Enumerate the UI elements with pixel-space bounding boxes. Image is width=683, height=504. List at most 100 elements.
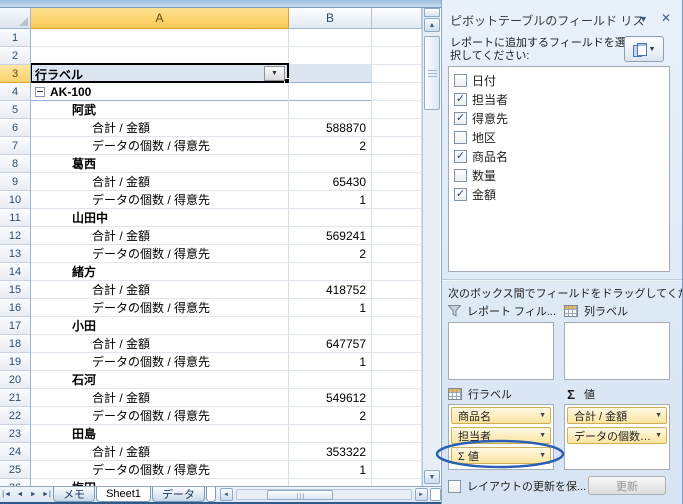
chevron-down-icon[interactable]: ▼ <box>655 412 662 419</box>
checkbox-checked[interactable]: ✓ <box>454 188 467 201</box>
sheet-row-14[interactable]: 緒方 <box>31 263 422 281</box>
row-header-12[interactable]: 12 <box>0 227 30 245</box>
row-header-13[interactable]: 13 <box>0 245 30 263</box>
close-icon[interactable]: ✕ <box>661 11 671 25</box>
scroll-up-button[interactable]: ▲ <box>424 18 440 32</box>
collapse-icon[interactable] <box>35 86 45 97</box>
defer-layout-checkbox[interactable] <box>448 479 461 493</box>
sheet-tab-Sheet1[interactable]: Sheet1 <box>96 487 151 502</box>
checkbox-unchecked[interactable] <box>454 74 467 87</box>
values-box[interactable]: 合計 / 金額 ▼ データの個数 ... ▼ <box>564 404 670 470</box>
sheet-row-4[interactable]: AK-100 <box>31 83 422 101</box>
checkbox-unchecked[interactable] <box>454 169 467 182</box>
row-header-22[interactable]: 22 <box>0 407 30 425</box>
row-header-17[interactable]: 17 <box>0 317 30 335</box>
field-item-担当者[interactable]: ✓ 担当者 <box>454 90 664 109</box>
split-handle[interactable] <box>424 8 440 17</box>
chevron-down-icon[interactable]: ▼ <box>539 452 546 459</box>
checkbox-checked[interactable]: ✓ <box>454 93 467 106</box>
row-header-21[interactable]: 21 <box>0 389 30 407</box>
sheet-nav-button-3[interactable]: ►| <box>40 487 53 502</box>
vertical-scroll-thumb[interactable] <box>424 36 440 110</box>
row-header-10[interactable]: 10 <box>0 191 30 209</box>
sheet-nav-button-1[interactable]: ◄ <box>13 487 26 502</box>
field-button-データの個数 ...[interactable]: データの個数 ... ▼ <box>567 427 667 444</box>
row-header-16[interactable]: 16 <box>0 299 30 317</box>
checkbox-checked[interactable]: ✓ <box>454 150 467 163</box>
sheet-row-8[interactable]: 葛西 <box>31 155 422 173</box>
sheet-row-6[interactable]: 合計 / 金額 588870 <box>31 119 422 137</box>
sheet-row-3[interactable]: 行ラベル ▼ <box>31 63 422 84</box>
field-item-金額[interactable]: ✓ 金額 <box>454 185 664 204</box>
sheet-row-24[interactable]: 合計 / 金額 353322 <box>31 443 422 461</box>
update-button[interactable]: 更新 <box>588 476 666 495</box>
sheet-row-15[interactable]: 合計 / 金額 418752 <box>31 281 422 299</box>
sheet-tab-データ[interactable]: データ <box>151 487 205 502</box>
row-header-20[interactable]: 20 <box>0 371 30 389</box>
sheet-tab-メモ[interactable]: メモ <box>53 487 96 502</box>
row-header-4[interactable]: 4 <box>0 83 30 101</box>
sheet-row-23[interactable]: 田島 <box>31 425 422 443</box>
row-header-19[interactable]: 19 <box>0 353 30 371</box>
field-button-商品名[interactable]: 商品名 ▼ <box>451 407 551 424</box>
sheet-row-19[interactable]: データの個数 / 得意先 1 <box>31 353 422 371</box>
sheet-row-21[interactable]: 合計 / 金額 549612 <box>31 389 422 407</box>
column-labels-box[interactable] <box>564 322 670 380</box>
sheet-row-7[interactable]: データの個数 / 得意先 2 <box>31 137 422 155</box>
select-all-corner[interactable] <box>0 8 31 29</box>
sheet-row-12[interactable]: 合計 / 金額 569241 <box>31 227 422 245</box>
row-header-24[interactable]: 24 <box>0 443 30 461</box>
sheet-row-1[interactable] <box>31 29 422 47</box>
pane-layout-button[interactable]: ▼ <box>624 36 664 62</box>
pane-options-icon[interactable]: ▼ <box>639 14 648 24</box>
column-header-b[interactable]: B <box>289 8 372 29</box>
row-header-25[interactable]: 25 <box>0 461 30 479</box>
sheet-row-25[interactable]: データの個数 / 得意先 1 <box>31 461 422 479</box>
sheet-nav-button-2[interactable]: ► <box>27 487 40 502</box>
chevron-down-icon[interactable]: ▼ <box>655 432 662 439</box>
column-header-c[interactable] <box>372 8 422 29</box>
sheet-row-26[interactable]: 梅田 <box>31 479 422 486</box>
sheet-row-9[interactable]: 合計 / 金額 65430 <box>31 173 422 191</box>
tab-scroll-right-icon[interactable]: ► <box>414 488 428 501</box>
row-header-2[interactable]: 2 <box>0 47 30 65</box>
checkbox-checked[interactable]: ✓ <box>454 112 467 125</box>
field-item-地区[interactable]: 地区 <box>454 128 664 147</box>
field-item-数量[interactable]: 数量 <box>454 166 664 185</box>
sheet-row-13[interactable]: データの個数 / 得意先 2 <box>31 245 422 263</box>
field-item-商品名[interactable]: ✓ 商品名 <box>454 147 664 166</box>
row-header-8[interactable]: 8 <box>0 155 30 173</box>
chevron-down-icon[interactable]: ▼ <box>539 412 546 419</box>
sheet-row-22[interactable]: データの個数 / 得意先 2 <box>31 407 422 425</box>
tab-scroll-left-icon[interactable]: ◄ <box>219 488 233 501</box>
sheet-tab-partial[interactable] <box>205 487 216 502</box>
row-header-7[interactable]: 7 <box>0 137 30 155</box>
field-button-合計 / 金額[interactable]: 合計 / 金額 ▼ <box>567 407 667 424</box>
row-header-1[interactable]: 1 <box>0 29 30 47</box>
row-labels-box[interactable]: 商品名 ▼ 担当者 ▼ Σ 値 ▼ <box>448 404 554 470</box>
horizontal-scrollbar[interactable] <box>235 489 412 500</box>
field-item-得意先[interactable]: ✓ 得意先 <box>454 109 664 128</box>
sheet-row-17[interactable]: 小田 <box>31 317 422 335</box>
column-header-a[interactable]: A <box>31 8 289 29</box>
sheet-row-5[interactable]: 阿武 <box>31 101 422 119</box>
vertical-scrollbar[interactable]: ▲ ▼ <box>422 8 440 486</box>
scroll-down-button[interactable]: ▼ <box>424 470 440 484</box>
row-header-15[interactable]: 15 <box>0 281 30 299</box>
row-header-11[interactable]: 11 <box>0 209 30 227</box>
pivot-row-labels-cell[interactable]: 行ラベル <box>35 65 83 83</box>
field-button-Σ 値[interactable]: Σ 値 ▼ <box>451 447 551 464</box>
field-item-日付[interactable]: 日付 <box>454 71 664 90</box>
sheet-row-20[interactable]: 石河 <box>31 371 422 389</box>
report-filter-box[interactable] <box>448 322 554 380</box>
horizontal-scroll-thumb[interactable] <box>266 490 333 500</box>
filter-dropdown-icon[interactable]: ▼ <box>264 66 285 81</box>
sheet-nav-button-0[interactable]: |◄ <box>0 487 13 502</box>
row-header-23[interactable]: 23 <box>0 425 30 443</box>
field-button-担当者[interactable]: 担当者 ▼ <box>451 427 551 444</box>
row-header-18[interactable]: 18 <box>0 335 30 353</box>
checkbox-unchecked[interactable] <box>454 131 467 144</box>
row-header-26[interactable]: 26 <box>0 479 30 486</box>
row-header-14[interactable]: 14 <box>0 263 30 281</box>
row-header-9[interactable]: 9 <box>0 173 30 191</box>
